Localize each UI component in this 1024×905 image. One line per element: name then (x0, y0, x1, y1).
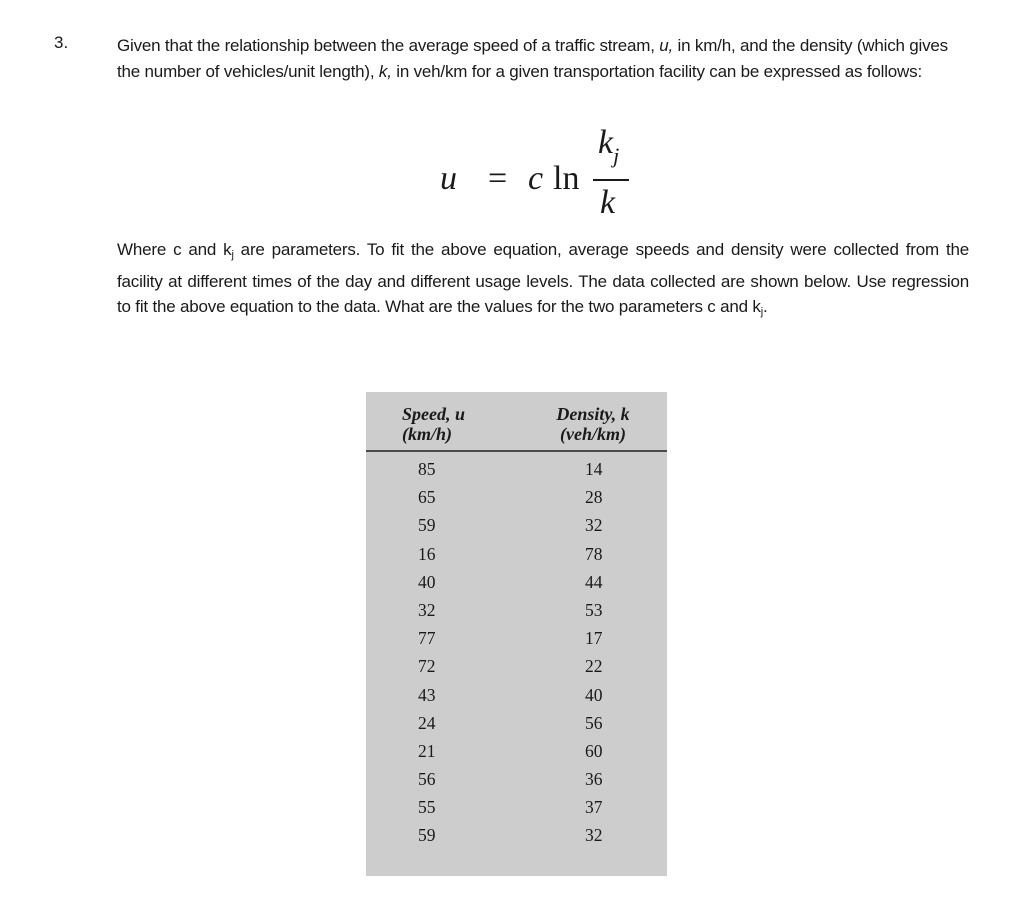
cell-density: 32 (585, 515, 603, 536)
table-row: 32 53 (366, 600, 667, 628)
intro-text: Given that the relationship between the … (117, 36, 660, 55)
cell-density: 22 (585, 656, 603, 677)
table-row: 21 60 (366, 741, 667, 769)
numerator-sub: j (613, 142, 620, 168)
equation-lhs: u (440, 160, 457, 197)
cell-speed: 32 (418, 599, 436, 620)
cell-density: 32 (585, 825, 603, 846)
cell-density: 53 (585, 599, 603, 620)
table-row: 59 32 (366, 825, 667, 853)
intro-var-k: k, (378, 61, 392, 81)
cell-speed: 40 (418, 571, 436, 592)
fraction-bar (593, 179, 629, 181)
question-number: 3. (54, 33, 69, 52)
cell-speed: 21 (418, 740, 436, 761)
data-table: Speed, u (km/h) Density, k (veh/km) 85 14… (366, 392, 667, 876)
cell-density: 17 (585, 628, 603, 649)
equation-equals: = (488, 160, 508, 197)
cell-speed: 85 (418, 459, 436, 479)
intro-text: in veh/km for a given transportation fac… (391, 61, 922, 81)
cell-density: 78 (585, 543, 603, 564)
table-row: 43 40 (366, 685, 667, 713)
equation-denominator: k (600, 184, 616, 221)
cell-density: 44 (585, 571, 603, 592)
equation-func: ln (553, 160, 580, 197)
cell-speed: 24 (418, 712, 436, 733)
table-row: 56 36 (366, 769, 667, 797)
table-row: 72 22 (366, 656, 667, 684)
equation-coef: c (528, 160, 544, 197)
cell-speed: 65 (418, 487, 436, 508)
table-row: 65 28 (366, 487, 667, 515)
body-text: Where c and k (117, 240, 232, 259)
cell-density: 60 (585, 740, 603, 761)
cell-speed: 72 (418, 656, 436, 677)
cell-density: 36 (585, 769, 603, 790)
equation-numerator: kj (598, 124, 620, 168)
cell-density: 40 (585, 684, 603, 705)
header-density-line1: Density, k (556, 404, 630, 424)
table-row: 85 14 (366, 459, 667, 487)
table-row: 40 44 (366, 572, 667, 600)
cell-speed: 59 (418, 825, 436, 846)
header-speed-line2: (km/h) (402, 424, 453, 444)
table-row: 55 37 (366, 797, 667, 825)
body-text: . (762, 297, 768, 316)
table-row: 77 17 (366, 628, 667, 656)
header-density: Density, k (veh/km) (528, 404, 658, 444)
table-row: 59 32 (366, 515, 667, 543)
cell-speed: 59 (418, 515, 436, 536)
header-speed: Speed, u (km/h) (402, 404, 465, 444)
intro-var-u: u, (659, 36, 674, 55)
question-body: Where c and kj are parameters. To fit th… (117, 237, 969, 326)
table-body: 85 14 65 28 59 32 16 78 40 44 32 53 77 17 72 22 43 40 24 56… (366, 459, 667, 854)
header-speed-line1: Speed, u (402, 404, 465, 424)
table-row: 16 78 (366, 544, 667, 572)
question-intro: Given that the relationship between the … (117, 33, 969, 84)
cell-density: 28 (585, 487, 603, 508)
cell-speed: 43 (418, 684, 436, 705)
numerator-k: k (598, 124, 614, 161)
cell-density: 56 (585, 712, 603, 733)
cell-speed: 16 (418, 543, 436, 564)
cell-density: 14 (585, 459, 603, 479)
table-row: 24 56 (366, 713, 667, 741)
header-rule (366, 450, 667, 452)
cell-speed: 56 (418, 769, 436, 790)
cell-density: 37 (585, 797, 603, 818)
cell-speed: 55 (418, 797, 436, 818)
header-density-line2: (veh/km) (560, 424, 626, 444)
table-header: Speed, u (km/h) Density, k (veh/km) (366, 404, 667, 450)
body-text: are parameters. To fit the above equatio… (117, 240, 969, 316)
cell-speed: 77 (418, 628, 436, 649)
